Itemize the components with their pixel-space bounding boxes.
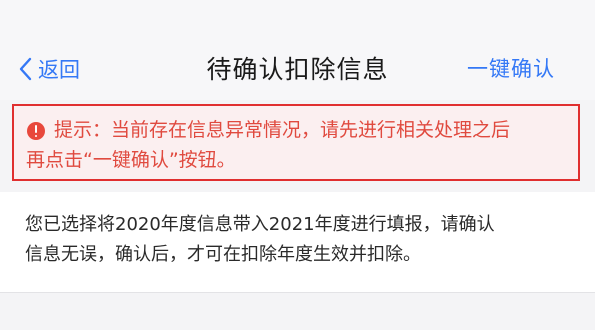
one-click-confirm-button[interactable]: 一键确认	[467, 53, 555, 83]
warning-alert: 提示：当前存在信息异常情况，请先进行相关处理之后 再点击“一键确认”按钮。	[12, 104, 580, 181]
divider	[0, 292, 595, 293]
alert-line-2: 再点击“一键确认”按钮。	[26, 149, 236, 171]
alert-message: 提示：当前存在信息异常情况，请先进行相关处理之后 再点击“一键确认”按钮。	[26, 115, 574, 175]
navigation-bar: 返回 待确认扣除信息 一键确认	[0, 0, 595, 100]
info-line-2: 信息无误，确认后，才可在扣除年度生效并扣除。	[25, 244, 421, 265]
alert-line-1: 提示：当前存在信息异常情况，请先进行相关处理之后	[54, 119, 511, 141]
exclamation-icon	[27, 122, 45, 140]
info-line-1: 您已选择将2020年度信息带入2021年度进行填报，请确认	[25, 214, 495, 235]
info-panel: 您已选择将2020年度信息带入2021年度进行填报，请确认 信息无误，确认后，才…	[0, 192, 595, 292]
info-message: 您已选择将2020年度信息带入2021年度进行填报，请确认 信息无误，确认后，才…	[25, 210, 575, 270]
